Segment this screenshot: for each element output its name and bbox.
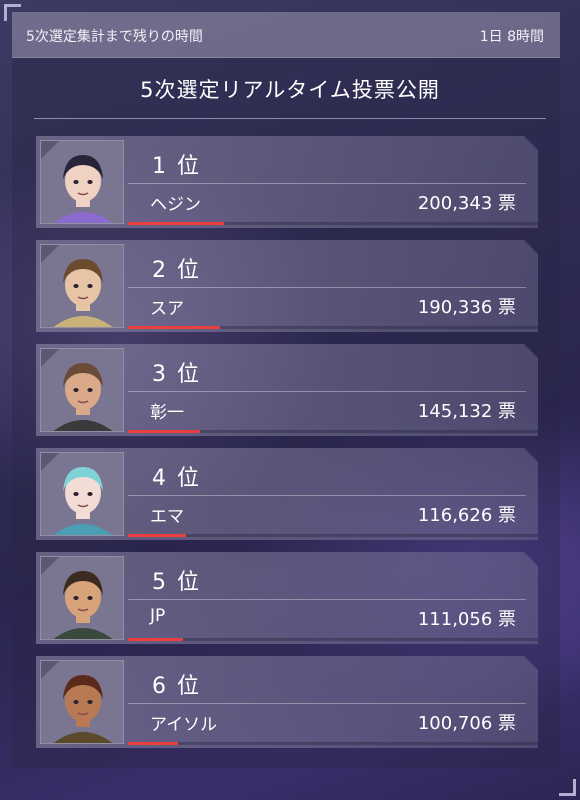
ranking-card[interactable]: 1 位 ヘジン 200,343 票	[36, 136, 538, 228]
rank-label: 5 位	[152, 570, 201, 595]
ranking-card[interactable]: 5 位 JP 111,056 票	[36, 552, 538, 644]
rank-label: 1 位	[152, 154, 201, 179]
card-divider	[128, 391, 526, 392]
portrait-corner-notch	[41, 661, 59, 679]
vote-count: 100,706 票	[417, 713, 516, 734]
character-portrait-shoichi	[40, 348, 124, 432]
card-divider	[128, 183, 526, 184]
vote-bar-fill	[128, 326, 220, 329]
vote-count: 190,336 票	[417, 297, 516, 318]
vote-bar-track	[128, 638, 538, 641]
character-name: ヘジン	[150, 195, 201, 215]
card-divider	[128, 599, 526, 600]
countdown-label: 5次選定集計まで残りの時間	[26, 29, 203, 45]
ranking-card[interactable]: 3 位 彰一 145,132 票	[36, 344, 538, 436]
character-portrait-jp	[40, 556, 124, 640]
vote-bar-fill	[128, 742, 178, 745]
card-divider	[128, 703, 526, 704]
ranking-card[interactable]: 4 位 エマ 116,626 票	[36, 448, 538, 540]
ranking-card[interactable]: 2 位 スア 190,336 票	[36, 240, 538, 332]
character-name: 彰一	[150, 403, 184, 423]
remaining-time: 1日 8時間	[479, 29, 544, 45]
character-portrait-hejin	[40, 140, 124, 224]
portrait-corner-notch	[41, 349, 59, 367]
character-portrait-aisol	[40, 660, 124, 744]
character-name: アイソル	[150, 715, 218, 735]
vote-bar-track	[128, 742, 538, 745]
character-portrait-sua	[40, 244, 124, 328]
character-portrait-emma	[40, 452, 124, 536]
portrait-corner-notch	[41, 245, 59, 263]
character-name: スア	[150, 299, 184, 319]
vote-bar-track	[128, 430, 538, 433]
title-divider	[34, 118, 546, 119]
frame-corner-bottom-right	[559, 779, 576, 796]
vote-bar-track	[128, 326, 538, 329]
card-divider	[128, 287, 526, 288]
vote-count: 111,056 票	[417, 609, 516, 630]
vote-bar-fill	[128, 638, 183, 641]
vote-bar-fill	[128, 534, 186, 537]
character-name: JP	[150, 606, 166, 626]
portrait-corner-notch	[41, 453, 59, 471]
rank-label: 3 位	[152, 362, 201, 387]
portrait-corner-notch	[41, 557, 59, 575]
rank-label: 4 位	[152, 466, 201, 491]
vote-count: 116,626 票	[417, 505, 516, 526]
ranking-card[interactable]: 6 位 アイソル 100,706 票	[36, 656, 538, 748]
vote-bar-fill	[128, 222, 224, 225]
vote-count: 145,132 票	[417, 401, 516, 422]
vote-bar-fill	[128, 430, 200, 433]
card-divider	[128, 495, 526, 496]
vote-count: 200,343 票	[417, 193, 516, 214]
rank-label: 2 位	[152, 258, 201, 283]
vote-bar-track	[128, 534, 538, 537]
character-name: エマ	[150, 507, 184, 527]
page-title: 5次選定リアルタイム投票公開	[140, 78, 440, 102]
countdown-bar: 5次選定集計まで残りの時間 1日 8時間	[12, 12, 560, 58]
rank-label: 6 位	[152, 674, 201, 699]
vote-bar-track	[128, 222, 538, 225]
portrait-corner-notch	[41, 141, 59, 159]
